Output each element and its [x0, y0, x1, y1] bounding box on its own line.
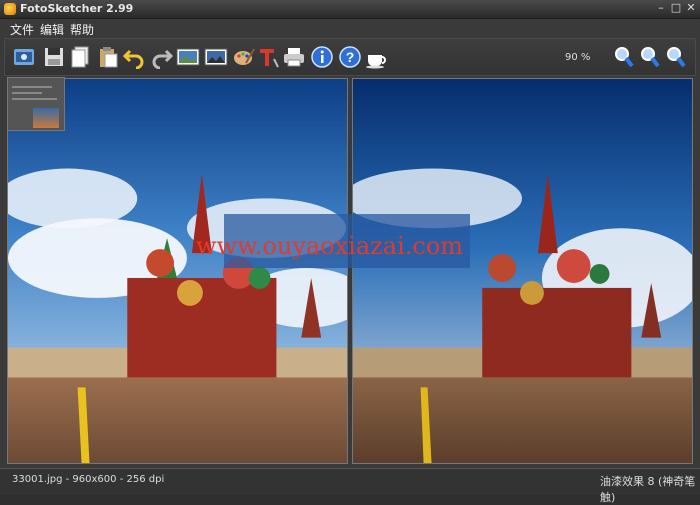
coffee-icon — [366, 55, 386, 69]
navigation-thumbnail[interactable] — [7, 77, 65, 131]
coffee-button[interactable] — [363, 43, 389, 71]
menu-edit[interactable]: 编辑 — [40, 21, 64, 38]
redo-icon — [152, 49, 174, 69]
close-button[interactable]: ✕ — [684, 1, 698, 15]
zoom-level: 90 % — [565, 52, 591, 63]
copy-icon — [71, 46, 89, 68]
open-image-icon — [14, 49, 34, 65]
original-image-panel[interactable] — [7, 78, 348, 464]
watermark-text: www.ouyaoxiazai.com — [196, 232, 464, 260]
print-icon — [284, 48, 304, 67]
sketch-photo — [353, 79, 692, 463]
toolbar: ? 90 % — [4, 38, 696, 76]
file-info: 33001.jpg - 960x600 - 256 dpi — [12, 474, 165, 485]
help-button[interactable]: ? — [337, 43, 363, 71]
menu-bar: 文件 编辑 帮助 — [0, 19, 700, 37]
result-image-button[interactable] — [203, 43, 229, 71]
maximize-button[interactable]: □ — [669, 1, 683, 15]
text-icon — [260, 49, 279, 68]
result-image-icon — [204, 48, 228, 66]
redo-button[interactable] — [149, 43, 175, 71]
thumb-line — [12, 86, 52, 88]
zoom-in-icon — [615, 47, 634, 68]
zoom-in-button[interactable] — [611, 43, 637, 71]
window-title: FotoSketcher 2.99 — [20, 2, 134, 15]
text-button[interactable] — [255, 43, 281, 71]
open-image-button[interactable] — [11, 43, 37, 71]
paint-palette-button[interactable] — [231, 43, 257, 71]
minimize-button[interactable]: – — [654, 1, 668, 15]
copy-button[interactable] — [67, 43, 93, 71]
save-button[interactable] — [41, 43, 67, 71]
original-image-button[interactable] — [175, 43, 201, 71]
paste-icon — [100, 47, 118, 68]
zoom-fit-icon — [641, 47, 660, 68]
sketch-result-panel[interactable] — [352, 78, 693, 464]
undo-icon — [122, 49, 144, 69]
print-button[interactable] — [281, 43, 307, 71]
save-icon — [45, 48, 63, 66]
app-window: FotoSketcher 2.99 – □ ✕ 文件 编辑 帮助 ? 90 % … — [0, 0, 700, 504]
paste-button[interactable] — [95, 43, 121, 71]
title-bar: FotoSketcher 2.99 – □ ✕ — [0, 0, 700, 19]
undo-button[interactable] — [121, 43, 147, 71]
zoom-out-button[interactable] — [663, 43, 689, 71]
info-icon — [311, 46, 333, 68]
info-button[interactable] — [309, 43, 335, 71]
svg-text:?: ? — [346, 49, 355, 65]
zoom-out-icon — [667, 47, 686, 68]
thumb-line — [12, 92, 42, 94]
zoom-fit-button[interactable] — [637, 43, 663, 71]
menu-file[interactable]: 文件 — [10, 21, 34, 38]
paint-palette-icon — [234, 48, 255, 65]
help-icon: ? — [339, 46, 361, 68]
app-icon — [4, 3, 16, 15]
thumb-line — [12, 98, 57, 100]
thumbnail-preview — [33, 108, 59, 128]
original-photo — [8, 79, 347, 463]
original-image-icon — [176, 48, 200, 66]
effect-name: 油漆效果 8 (神奇笔触) — [600, 475, 696, 504]
status-bar: 33001.jpg - 960x600 - 256 dpi 油漆效果 8 (神奇… — [0, 468, 700, 504]
menu-help[interactable]: 帮助 — [70, 21, 94, 38]
